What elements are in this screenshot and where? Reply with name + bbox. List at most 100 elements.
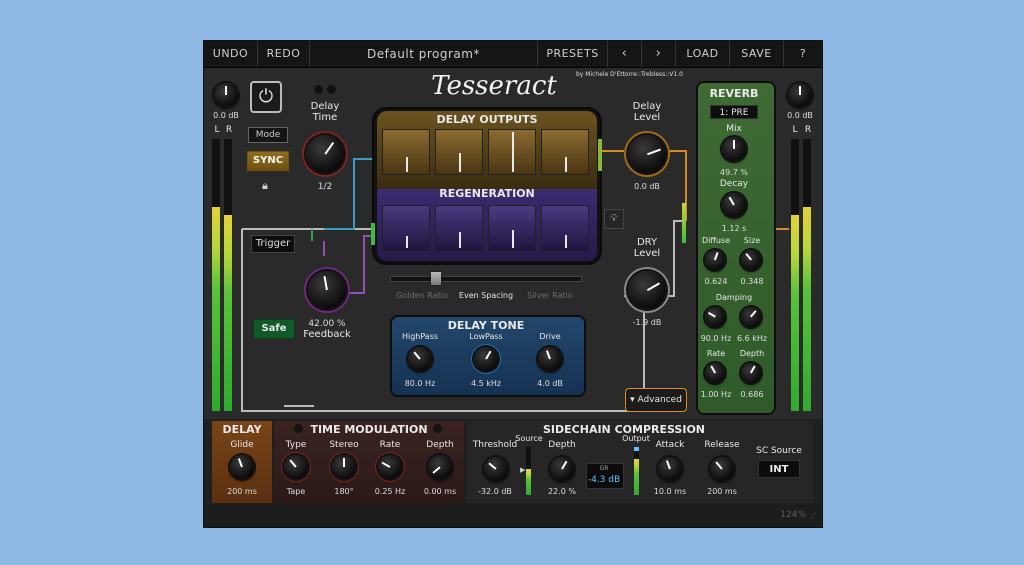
lock-icon[interactable]: 🔒︎	[262, 179, 268, 193]
drive-knob[interactable]	[538, 347, 562, 371]
gr-value: -4.3 dB	[587, 475, 621, 485]
trigger-button[interactable]: Trigger	[251, 235, 295, 253]
regeneration-cell[interactable]	[382, 205, 430, 251]
delay-output-cell[interactable]	[541, 129, 589, 175]
matrix-input-meter	[371, 223, 375, 245]
modulation-stereo-label: Stereo	[329, 440, 359, 450]
reverb-decay-label: Decay	[719, 179, 749, 189]
regeneration-cell[interactable]	[541, 205, 589, 251]
sync-button[interactable]: SYNC	[247, 151, 289, 171]
matrix-output-meter	[598, 139, 602, 171]
reverb-diffuse-knob[interactable]	[705, 250, 725, 270]
regeneration-title: REGENERATION	[439, 187, 535, 200]
regeneration-cell-level	[565, 235, 567, 248]
reverb-size-knob[interactable]	[741, 250, 761, 270]
feedback-knob[interactable]	[308, 271, 346, 309]
plugin-window: UNDO REDO Default program* PRESETS ‹ › L…	[203, 40, 823, 528]
reverb-diffuse-value: 0.624	[704, 277, 728, 286]
reverb-preset-select[interactable]: 1: PRE	[710, 105, 758, 119]
sc-output-peak	[634, 447, 639, 451]
glide-knob[interactable]	[230, 455, 254, 479]
delay-output-cell[interactable]	[488, 129, 536, 175]
modulation-rate-value: 0.25 Hz	[374, 487, 406, 496]
delay-section-title: DELAY	[222, 423, 262, 436]
reverb-decay-knob[interactable]	[722, 193, 746, 217]
spacing-slider-handle[interactable]	[430, 271, 442, 286]
lowpass-knob[interactable]	[474, 347, 498, 371]
spacing-even-label[interactable]: Even Spacing	[456, 291, 516, 300]
delay-output-cell-level	[512, 132, 514, 172]
regeneration-cell[interactable]	[435, 205, 483, 251]
highpass-label: HighPass	[401, 332, 439, 341]
drive-value: 4.0 dB	[537, 379, 563, 388]
sc-depth-knob[interactable]	[550, 457, 574, 481]
delay-outputs-title: DELAY OUTPUTS	[436, 113, 538, 126]
sc-source-meter	[526, 447, 531, 495]
delay-level-knob[interactable]	[628, 135, 666, 173]
delay-output-cell[interactable]	[435, 129, 483, 175]
regeneration-cell[interactable]	[488, 205, 536, 251]
modulation-depth-knob[interactable]	[428, 455, 452, 479]
highpass-knob[interactable]	[408, 347, 432, 371]
delay-output-cell[interactable]	[382, 129, 430, 175]
feedback-label: Feedback	[303, 329, 351, 340]
sc-output-meter-label: Output	[622, 434, 650, 443]
glide-label: Glide	[230, 440, 254, 450]
attack-knob[interactable]	[658, 457, 682, 481]
delay-time-label: Delay Time	[310, 101, 340, 123]
glide-value: 200 ms	[227, 487, 257, 496]
safe-button[interactable]: Safe	[253, 319, 295, 339]
modulation-type-knob[interactable]	[284, 455, 308, 479]
lowpass-value: 4.5 kHz	[470, 379, 502, 388]
delay-output-cell-level	[459, 153, 461, 172]
modulation-stereo-knob[interactable]	[332, 455, 356, 479]
modulation-rate-knob[interactable]	[378, 455, 402, 479]
release-knob[interactable]	[710, 457, 734, 481]
power-button[interactable]: ⏻	[250, 81, 282, 113]
time-mod-led	[294, 424, 303, 433]
lightbulb-icon[interactable]: 💡︎	[604, 209, 624, 229]
delay-time-value: 1/2	[317, 182, 333, 192]
wet-dry-meter	[682, 203, 686, 243]
reverb-damping-high-knob[interactable]	[741, 307, 761, 327]
reverb-depth-label: Depth	[739, 349, 765, 358]
release-value: 200 ms	[707, 487, 737, 496]
spacing-golden-label[interactable]: Golden Ratio	[392, 291, 452, 300]
sc-source-meter-label: Source	[515, 434, 543, 443]
delay-output-cell-level	[565, 157, 567, 172]
indicator-led	[314, 85, 323, 94]
gr-label: GR	[599, 465, 609, 472]
delay-time-knob[interactable]	[306, 135, 344, 173]
reverb-rate-knob[interactable]	[705, 363, 725, 383]
reverb-depth-knob[interactable]	[741, 363, 761, 383]
spacing-silver-label[interactable]: Silver Ratio	[520, 291, 580, 300]
advanced-button[interactable]: ▾ Advanced	[625, 388, 687, 412]
mode-button[interactable]: Mode	[248, 127, 288, 143]
reverb-diffuse-label: Diffuse	[701, 236, 731, 245]
reverb-damping-low-knob[interactable]	[705, 307, 725, 327]
sc-output-meter	[634, 447, 639, 495]
indicator-led	[327, 85, 336, 94]
delay-level-value: 0.0 dB	[634, 182, 660, 191]
spacing-slider-track[interactable]	[390, 276, 582, 282]
dry-level-knob[interactable]	[628, 271, 666, 309]
regeneration-cell-level	[512, 230, 514, 248]
zoom-level[interactable]: 124%	[766, 510, 806, 520]
reverb-size-value: 0.348	[740, 277, 764, 286]
modulation-stereo-value: 180°	[334, 487, 354, 496]
resize-grip-icon[interactable]: ⟋	[810, 513, 818, 521]
reverb-damping-label: Damping	[715, 293, 753, 302]
regeneration-cell-level	[459, 232, 461, 248]
reverb-rate-value: 1.00 Hz	[700, 390, 732, 399]
sc-source-select[interactable]: INT	[758, 460, 800, 478]
modulation-rate-label: Rate	[379, 440, 401, 450]
feedback-value: 42.00 %	[308, 319, 346, 329]
threshold-value: -32.0 dB	[478, 487, 512, 496]
reverb-mix-knob[interactable]	[722, 137, 746, 161]
delay-tone-title: DELAY TONE	[447, 319, 525, 332]
reverb-mix-label: Mix	[726, 124, 742, 134]
reverb-damping-low-value: 90.0 Hz	[700, 334, 732, 343]
threshold-knob[interactable]	[484, 457, 508, 481]
delay-output-cell-level	[406, 157, 408, 172]
delay-level-label: Delay Level	[632, 101, 662, 123]
